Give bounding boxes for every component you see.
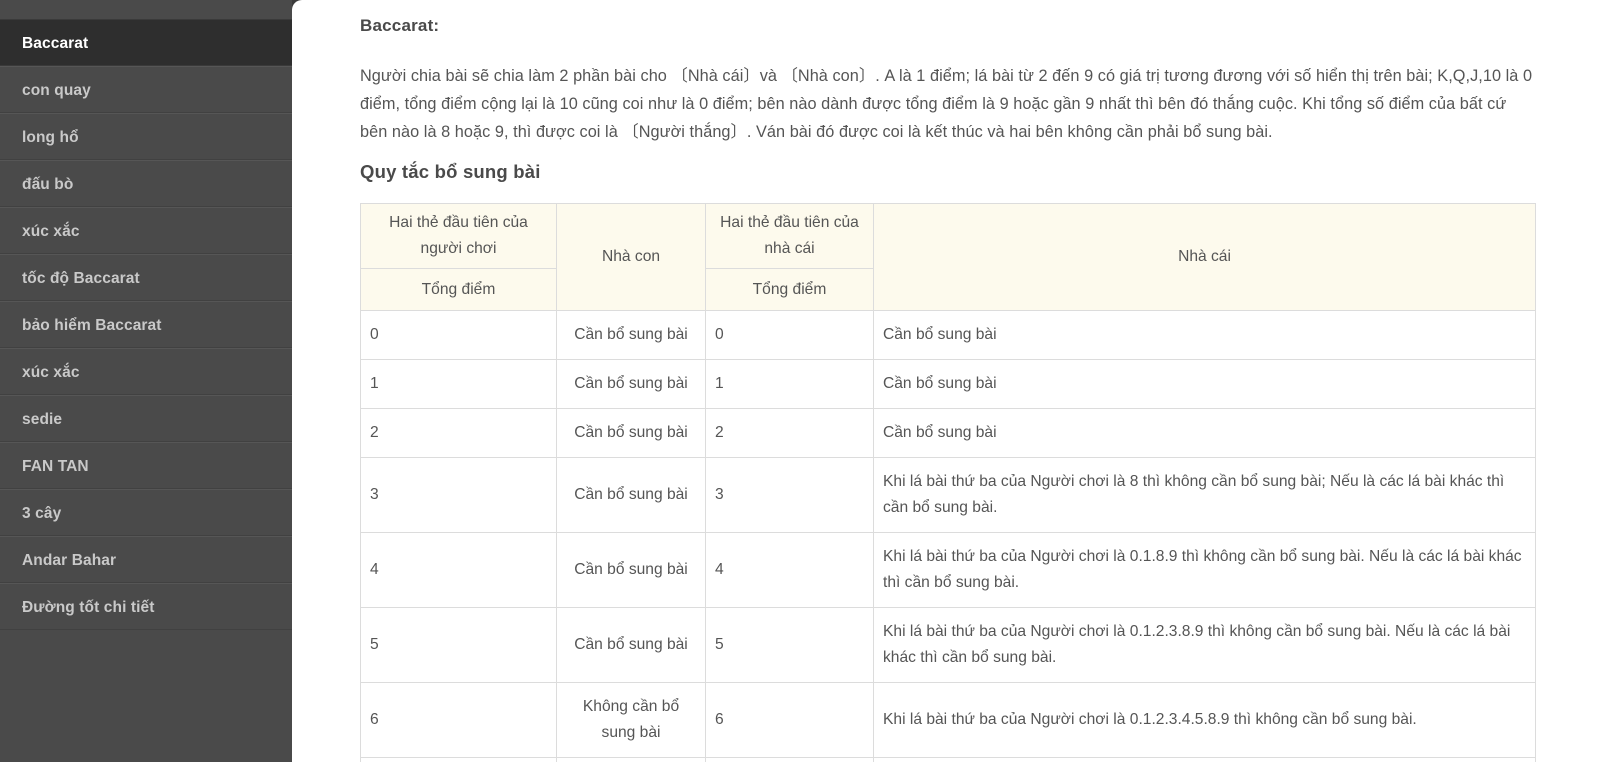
cell-banker-score: 0 bbox=[705, 310, 874, 360]
sidebar-item-label: FAN TAN bbox=[22, 458, 89, 475]
cell-banker-score: 7 bbox=[705, 757, 874, 762]
cell-player-action: Cần bổ sung bài bbox=[556, 457, 706, 533]
cell-banker-score: 2 bbox=[705, 408, 874, 458]
cell-banker-action: Không cần bổ sung bài bbox=[873, 757, 1536, 762]
sidebar-item-5[interactable]: tốc độ Baccarat bbox=[0, 254, 292, 301]
cell-player-score: 4 bbox=[360, 532, 557, 608]
cell-player-score: 6 bbox=[360, 682, 557, 758]
app-root: Baccarat con quay long hổ đấu bò xúc xắc tốc … bbox=[0, 0, 1600, 762]
header-banker-first-two-cards: Hai thẻ đầu tiên của nhà cái bbox=[705, 203, 874, 269]
sidebar-item-label: long hổ bbox=[22, 129, 79, 146]
cell-banker-score: 6 bbox=[705, 682, 874, 758]
sidebar-item-6[interactable]: bảo hiểm Baccarat bbox=[0, 301, 292, 348]
sidebar-item-label: 3 cây bbox=[22, 505, 62, 522]
cell-banker-action: Cần bổ sung bài bbox=[873, 359, 1536, 409]
sidebar-item-7[interactable]: xúc xắc bbox=[0, 348, 292, 395]
table-row: 5 Cần bổ sung bài 5 Khi lá bài thứ ba của N… bbox=[360, 607, 1536, 683]
cell-banker-action: Cần bổ sung bài bbox=[873, 408, 1536, 458]
cell-player-action: Không cần bổ sung bài bbox=[556, 757, 706, 762]
table-row: 2 Cần bổ sung bài 2 Cần bổ sung bài bbox=[360, 408, 1536, 458]
table-row: 7Không cần bổ sung bài7Không cần bổ sung… bbox=[360, 757, 1536, 762]
content-panel: Baccarat: Người chia bài sẽ chia làm 2 p… bbox=[292, 0, 1600, 762]
cell-banker-score: 1 bbox=[705, 359, 874, 409]
table-row: 4 Cần bổ sung bài 4 Khi lá bài thứ ba của N… bbox=[360, 532, 1536, 608]
page-title: Baccarat: bbox=[360, 16, 440, 35]
sidebar-item-label: tốc độ Baccarat bbox=[22, 270, 140, 287]
cell-player-action: Cần bổ sung bài bbox=[556, 607, 706, 683]
intro-paragraph: Người chia bài sẽ chia làm 2 phần bài ch… bbox=[360, 67, 1533, 141]
cell-banker-action: Cần bổ sung bài bbox=[873, 310, 1536, 360]
cell-player-score: 3 bbox=[360, 457, 557, 533]
table-row: 3 Cần bổ sung bài 3 Khi lá bài thứ ba của N… bbox=[360, 457, 1536, 533]
cell-player-action: Cần bổ sung bài bbox=[556, 408, 706, 458]
sidebar-item-10[interactable]: 3 cây bbox=[0, 489, 292, 536]
sidebar-item-label: xúc xắc bbox=[22, 364, 80, 381]
cell-banker-action: Khi lá bài thứ ba của Người chơi là 0.1.… bbox=[873, 607, 1536, 683]
cell-banker-score: 5 bbox=[705, 607, 874, 683]
sidebar-item-label: xúc xắc bbox=[22, 223, 80, 240]
cell-player-score: 5 bbox=[360, 607, 557, 683]
cell-player-score: 0 bbox=[360, 310, 557, 360]
header-player-first-two-cards: Hai thẻ đầu tiên của người chơi bbox=[360, 203, 557, 269]
table-row: 6 Không cần bổ sung bài 6 Khi lá bài thứ ba… bbox=[360, 682, 1536, 758]
cell-banker-score: 4 bbox=[705, 532, 874, 608]
drawing-rules-table: Hai thẻ đầu tiên của người chơi Nhà con … bbox=[360, 203, 1536, 762]
table-row: 1 Cần bổ sung bài 1 Cần bổ sung bài bbox=[360, 359, 1536, 409]
subsection-title: Quy tắc bổ sung bài bbox=[360, 161, 541, 182]
cell-player-score: 1 bbox=[360, 359, 557, 409]
cell-banker-action: Khi lá bài thứ ba của Người chơi là 0.1.… bbox=[873, 532, 1536, 608]
header-banker-side-label: Nhà cái bbox=[873, 203, 1536, 311]
cell-banker-action: Khi lá bài thứ ba của Người chơi là 8 th… bbox=[873, 457, 1536, 533]
cell-banker-score: 3 bbox=[705, 457, 874, 533]
sidebar-item-8[interactable]: sedie bbox=[0, 395, 292, 442]
cell-player-score: 7 bbox=[360, 757, 557, 762]
cell-player-action: Không cần bổ sung bài bbox=[556, 682, 706, 758]
sidebar-item-11[interactable]: Andar Bahar bbox=[0, 536, 292, 583]
cell-player-action: Cần bổ sung bài bbox=[556, 310, 706, 360]
table-body: 0 Cần bổ sung bài 0 Cần bổ sung bài 1 Cần bổ … bbox=[360, 310, 1536, 762]
sidebar-item-label: con quay bbox=[22, 82, 91, 99]
sidebar-item-label: Andar Bahar bbox=[22, 552, 117, 569]
header-player-side-label: Nhà con bbox=[556, 203, 706, 311]
cell-player-action: Cần bổ sung bài bbox=[556, 532, 706, 608]
cell-banker-action: Khi lá bài thứ ba của Người chơi là 0.1.… bbox=[873, 682, 1536, 758]
table-head: Hai thẻ đầu tiên của người chơi Nhà con … bbox=[360, 203, 1536, 311]
table-row: 0 Cần bổ sung bài 0 Cần bổ sung bài bbox=[360, 310, 1536, 360]
sidebar-item-label: Baccarat bbox=[22, 35, 89, 52]
sidebar-item-0[interactable]: Baccarat bbox=[0, 19, 292, 66]
sidebar-nav: Baccarat con quay long hổ đấu bò xúc xắc tốc … bbox=[0, 0, 292, 762]
sidebar-item-label: đấu bò bbox=[22, 176, 74, 193]
sidebar-item-9[interactable]: FAN TAN bbox=[0, 442, 292, 489]
sidebar-item-3[interactable]: đấu bò bbox=[0, 160, 292, 207]
cell-player-action: Cần bổ sung bài bbox=[556, 359, 706, 409]
sidebar-item-12[interactable]: Đường tốt chi tiết bbox=[0, 583, 292, 630]
header-player-total: Tổng điểm bbox=[360, 268, 557, 311]
sidebar-item-1[interactable]: con quay bbox=[0, 66, 292, 113]
sidebar-item-2[interactable]: long hổ bbox=[0, 113, 292, 160]
sidebar-item-4[interactable]: xúc xắc bbox=[0, 207, 292, 254]
sidebar-item-label: Đường tốt chi tiết bbox=[22, 599, 155, 616]
cell-player-score: 2 bbox=[360, 408, 557, 458]
sidebar-item-label: sedie bbox=[22, 411, 63, 428]
table-header-row-top: Hai thẻ đầu tiên của người chơi Nhà con … bbox=[360, 203, 1536, 311]
sidebar-item-label: bảo hiểm Baccarat bbox=[22, 317, 162, 334]
header-banker-total: Tổng điểm bbox=[705, 268, 874, 311]
